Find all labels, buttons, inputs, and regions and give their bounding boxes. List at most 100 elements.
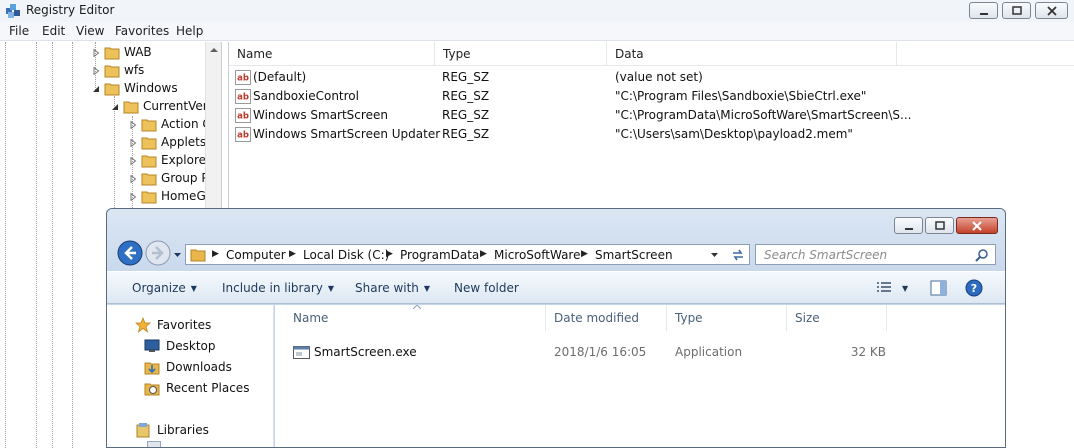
expanded-arrow-icon[interactable]: [111, 103, 119, 111]
dropdown-arrow-icon: ▼: [327, 284, 335, 293]
organize-button[interactable]: Organize ▼: [132, 281, 197, 295]
breadcrumb-smartscreen[interactable]: SmartScreen: [595, 248, 673, 262]
back-button-icon[interactable]: [117, 240, 143, 266]
registry-title-bar[interactable]: Registry Editor: [0, 0, 1074, 22]
reg-sz-icon: ab: [235, 127, 251, 142]
menu-file[interactable]: File: [9, 24, 29, 38]
documents-library-icon: [147, 441, 161, 447]
value-type: REG_SZ: [442, 108, 490, 122]
share-with-button[interactable]: Share with ▼: [355, 281, 430, 295]
help-icon[interactable]: ?: [965, 279, 983, 297]
new-folder-button[interactable]: New folder: [454, 281, 519, 295]
refresh-icon[interactable]: [730, 247, 746, 263]
value-row[interactable]: ab Windows SmartScreen Updater REG_SZ "C:\U…: [229, 125, 1074, 144]
expanded-arrow-icon[interactable]: [92, 85, 100, 93]
registry-title: Registry Editor: [26, 3, 115, 17]
command-bar: Organize ▼ Include in library ▼ Share with…: [107, 271, 1005, 304]
breadcrumb-programdata[interactable]: ProgramData: [400, 248, 479, 262]
collapsed-arrow-icon[interactable]: [129, 175, 137, 183]
breadcrumb-microsoftware[interactable]: MicroSoftWare: [494, 248, 580, 262]
exp-close-button[interactable]: [956, 217, 998, 234]
collapsed-arrow-icon[interactable]: [129, 157, 137, 165]
menu-view[interactable]: View: [76, 24, 104, 38]
collapsed-arrow-icon[interactable]: [129, 193, 137, 201]
address-dropdown-icon[interactable]: [710, 251, 719, 259]
explorer-title-area[interactable]: ▶ Computer ▶ Local Disk (C:) ▶ ProgramDa…: [107, 209, 1005, 271]
collapsed-arrow-icon[interactable]: [92, 49, 100, 57]
exp-minimize-button[interactable]: [894, 217, 923, 234]
maximize-icon: [934, 220, 945, 230]
reg-maximize-button[interactable]: [1002, 2, 1031, 19]
collapsed-arrow-icon[interactable]: [129, 121, 137, 129]
folder-icon: [104, 83, 120, 96]
collapsed-arrow-icon[interactable]: [129, 139, 137, 147]
value-name: SandboxieControl: [253, 89, 359, 103]
column-type[interactable]: Type: [667, 305, 787, 331]
address-bar[interactable]: ▶ Computer ▶ Local Disk (C:) ▶ ProgramDa…: [185, 244, 750, 265]
tree-item-label: wfs: [124, 63, 145, 77]
application-icon: [293, 346, 310, 359]
maximize-icon: [1011, 5, 1022, 15]
value-name: Windows SmartScreen Updater: [253, 127, 441, 141]
search-icon[interactable]: [975, 248, 989, 262]
column-name[interactable]: Name: [229, 42, 435, 66]
search-box[interactable]: Search SmartScreen: [755, 244, 996, 265]
view-dropdown-arrow-icon[interactable]: ▼: [902, 281, 908, 295]
minimize-icon: [904, 227, 913, 230]
breadcrumb-computer[interactable]: Computer: [226, 248, 286, 262]
column-date-modified[interactable]: Date modified: [546, 305, 667, 331]
forward-button-icon[interactable]: [145, 240, 171, 266]
desktop-icon: [144, 339, 160, 352]
preview-pane-icon[interactable]: [930, 280, 947, 296]
folder-icon: [123, 101, 139, 114]
registry-app-icon: [6, 4, 20, 18]
search-placeholder[interactable]: Search SmartScreen: [764, 248, 887, 262]
folder-icon: [104, 65, 120, 78]
tree-guide-line: [52, 42, 53, 448]
folder-icon: [141, 155, 157, 168]
svg-text:ab: ab: [237, 74, 249, 84]
breadcrumb-separator-icon[interactable]: ▶: [289, 249, 296, 259]
column-type[interactable]: Type: [435, 42, 607, 66]
include-label: Include in library: [222, 281, 323, 295]
column-data[interactable]: Data: [607, 42, 897, 66]
exp-maximize-button[interactable]: [925, 217, 954, 234]
tree-guide-line: [72, 42, 73, 448]
scroll-up-arrow-icon[interactable]: [206, 42, 222, 58]
dropdown-arrow-icon: ▼: [190, 284, 197, 293]
dropdown-arrow-icon: ▼: [423, 284, 431, 293]
reg-minimize-button[interactable]: [969, 2, 998, 19]
folder-icon: [104, 47, 120, 60]
breadcrumb-local-disk[interactable]: Local Disk (C:): [303, 248, 389, 262]
nav-libraries-label: Libraries: [157, 423, 209, 437]
value-data: "C:\Program Files\Sandboxie\SbieCtrl.exe…: [615, 89, 867, 103]
file-name[interactable]: SmartScreen.exe: [314, 345, 417, 359]
tree-item-label: Explorer: [161, 153, 211, 167]
include-in-library-button[interactable]: Include in library ▼: [222, 281, 334, 295]
menu-edit[interactable]: Edit: [42, 24, 65, 38]
organize-label: Organize: [132, 281, 186, 295]
value-row[interactable]: ab (Default) REG_SZ (value not set): [229, 68, 1074, 87]
folder-icon: [190, 249, 206, 262]
breadcrumb-separator-icon[interactable]: ▶: [480, 249, 487, 259]
recent-pages-dropdown-icon[interactable]: [173, 251, 182, 259]
collapsed-arrow-icon[interactable]: [92, 67, 100, 75]
menu-favorites[interactable]: Favorites: [115, 24, 169, 38]
explorer-window: ▶ Computer ▶ Local Disk (C:) ▶ ProgramDa…: [106, 208, 1006, 448]
view-options-icon[interactable]: [876, 281, 892, 295]
breadcrumb-separator-icon[interactable]: ▶: [386, 249, 393, 259]
value-row[interactable]: ab SandboxieControl REG_SZ "C:\Program File…: [229, 87, 1074, 106]
value-name: (Default): [253, 70, 307, 84]
column-name[interactable]: Name: [285, 305, 546, 331]
menu-help[interactable]: Help: [176, 24, 203, 38]
breadcrumb-separator-icon[interactable]: ▶: [581, 249, 588, 259]
file-list-pane[interactable]: Name Date modified Type Size SmartScreen…: [275, 305, 1005, 447]
value-row[interactable]: ab Windows SmartScreen REG_SZ "C:\ProgramDa…: [229, 106, 1074, 125]
column-size[interactable]: Size: [787, 305, 887, 331]
libraries-icon: [136, 423, 150, 438]
tree-item-label: Group P: [161, 171, 209, 185]
reg-close-button[interactable]: [1035, 2, 1068, 19]
tree-item-label: Applets: [161, 135, 207, 149]
navigation-pane[interactable]: Favorites Desktop Downloads Recent Place…: [107, 305, 274, 447]
breadcrumb-separator-icon[interactable]: ▶: [212, 249, 219, 259]
